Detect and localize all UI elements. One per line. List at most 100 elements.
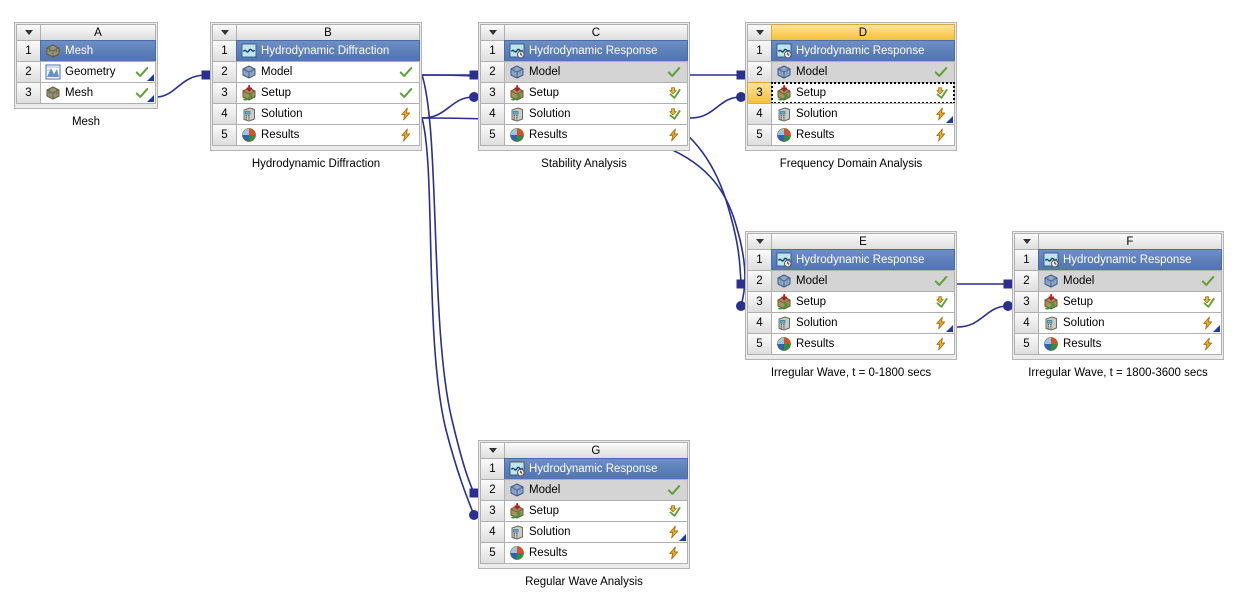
cell-results[interactable]: Results [771,124,955,146]
cell-setup[interactable]: Setup [1038,291,1222,313]
system-d[interactable]: D 1 Hydrodynamic Response 2 Model 3 Setup 4 Solu… [745,22,957,170]
cell-status-update[interactable] [667,107,681,121]
system-letter[interactable]: A [40,24,156,41]
cell-setup[interactable]: Setup [771,291,955,313]
cell-hydrodynamic-diffraction[interactable]: Hydrodynamic Diffraction [236,40,420,62]
cell-solution[interactable]: Solution [504,521,688,543]
cell-results[interactable]: Results [504,542,688,564]
system-letter[interactable]: C [504,24,688,41]
cell-number[interactable]: 5 [747,124,771,146]
cell-number[interactable]: 1 [16,40,40,62]
cell-row-d5[interactable]: 5 Results [747,124,955,146]
cell-row-a1[interactable]: 1 Mesh [16,40,156,62]
cell-number[interactable]: 2 [480,479,504,501]
system-table[interactable]: G 1 Hydrodynamic Response 2 Model 3 Setup 4 Solu… [478,440,690,569]
cell-setup[interactable]: Setup [504,500,688,522]
system-table[interactable]: A 1 Mesh 2 Geometry 3 Mesh [14,22,158,109]
cell-row-f5[interactable]: 5 Results [1014,333,1222,355]
cell-status-ok[interactable] [399,65,413,79]
cell-number[interactable]: 2 [747,61,771,83]
cell-row-c3[interactable]: 3 Setup [480,82,688,104]
cell-number[interactable]: 4 [747,103,771,125]
cell-status-ok[interactable] [1201,274,1215,288]
cell-results[interactable]: Results [236,124,420,146]
cell-setup[interactable]: Setup [771,82,955,104]
cell-row-c1[interactable]: 1 Hydrodynamic Response [480,40,688,62]
chevron-down-icon[interactable] [1014,233,1038,250]
cell-status-ok[interactable] [399,86,413,100]
system-f[interactable]: F 1 Hydrodynamic Response 2 Model 3 Setup 4 Solu… [1012,231,1224,379]
cell-number[interactable]: 1 [747,40,771,62]
cell-row-d4[interactable]: 4 Solution [747,103,955,125]
system-c[interactable]: C 1 Hydrodynamic Response 2 Model 3 Setup 4 Solu… [478,22,690,170]
cell-results[interactable]: Results [504,124,688,146]
cell-hydrodynamic-response[interactable]: Hydrodynamic Response [771,40,955,62]
system-table[interactable]: E 1 Hydrodynamic Response 2 Model 3 Setup 4 Solu… [745,231,957,360]
cell-row-c4[interactable]: 4 Solution [480,103,688,125]
chevron-down-icon[interactable] [480,442,504,459]
system-header[interactable]: B [212,24,420,41]
system-letter[interactable]: B [236,24,420,41]
cell-number[interactable]: 4 [1014,312,1038,334]
link-corner-triangle-icon[interactable] [1213,325,1220,332]
cell-number[interactable]: 3 [480,500,504,522]
system-header[interactable]: G [480,442,688,459]
cell-status-update[interactable] [667,86,681,100]
cell-status-refresh[interactable] [1201,337,1215,351]
cell-number[interactable]: 3 [212,82,236,104]
link-corner-triangle-icon[interactable] [946,325,953,332]
cell-row-d3[interactable]: 3 Setup [747,82,955,104]
system-header[interactable]: D [747,24,955,41]
chevron-down-icon[interactable] [212,24,236,41]
system-table[interactable]: C 1 Hydrodynamic Response 2 Model 3 Setup 4 Solu… [478,22,690,151]
cell-number[interactable]: 1 [747,249,771,271]
cell-solution[interactable]: Solution [236,103,420,125]
cell-number[interactable]: 3 [480,82,504,104]
cell-row-e1[interactable]: 1 Hydrodynamic Response [747,249,955,271]
cell-number[interactable]: 5 [1014,333,1038,355]
chevron-down-icon[interactable] [480,24,504,41]
cell-number[interactable]: 3 [747,291,771,313]
cell-number[interactable]: 1 [480,40,504,62]
cell-status-update[interactable] [1201,295,1215,309]
cell-status-update[interactable] [934,295,948,309]
system-table[interactable]: B 1 Hydrodynamic Diffraction 2 Model 3 Setup 4 S… [210,22,422,151]
cell-mesh[interactable]: Mesh [40,82,156,104]
cell-row-e4[interactable]: 4 Solution [747,312,955,334]
cell-number[interactable]: 2 [747,270,771,292]
cell-row-b4[interactable]: 4 Solution [212,103,420,125]
chevron-down-icon[interactable] [747,233,771,250]
cell-number[interactable]: 5 [212,124,236,146]
cell-solution[interactable]: Solution [1038,312,1222,334]
cell-number[interactable]: 2 [212,61,236,83]
link-e4-to-f3[interactable] [956,305,1009,328]
cell-status-ok[interactable] [934,274,948,288]
cell-row-d1[interactable]: 1 Hydrodynamic Response [747,40,955,62]
cell-row-f1[interactable]: 1 Hydrodynamic Response [1014,249,1222,271]
system-table[interactable]: F 1 Hydrodynamic Response 2 Model 3 Setup 4 Solu… [1012,231,1224,360]
cell-row-c5[interactable]: 5 Results [480,124,688,146]
cell-status-refresh[interactable] [667,128,681,142]
cell-row-g2[interactable]: 2 Model [480,479,688,501]
cell-model[interactable]: Model [236,61,420,83]
chevron-down-icon[interactable] [16,24,40,41]
cell-hydrodynamic-response[interactable]: Hydrodynamic Response [1038,249,1222,271]
cell-status-ok[interactable] [667,483,681,497]
cell-status-refresh[interactable] [934,337,948,351]
cell-number[interactable]: 5 [480,542,504,564]
cell-model[interactable]: Model [504,61,688,83]
cell-setup[interactable]: Setup [236,82,420,104]
cell-model[interactable]: Model [504,479,688,501]
cell-status-refresh[interactable] [399,107,413,121]
system-header[interactable]: C [480,24,688,41]
cell-number[interactable]: 4 [480,103,504,125]
cell-number[interactable]: 3 [16,82,40,104]
cell-setup[interactable]: Setup [504,82,688,104]
cell-status-ok[interactable] [934,65,948,79]
link-corner-triangle-icon[interactable] [147,74,154,81]
cell-row-a2[interactable]: 2 Geometry [16,61,156,83]
link-corner-triangle-icon[interactable] [147,95,154,102]
system-header[interactable]: E [747,233,955,250]
link-b2-to-g2[interactable] [421,74,475,494]
link-c4-to-d3[interactable] [689,96,742,119]
